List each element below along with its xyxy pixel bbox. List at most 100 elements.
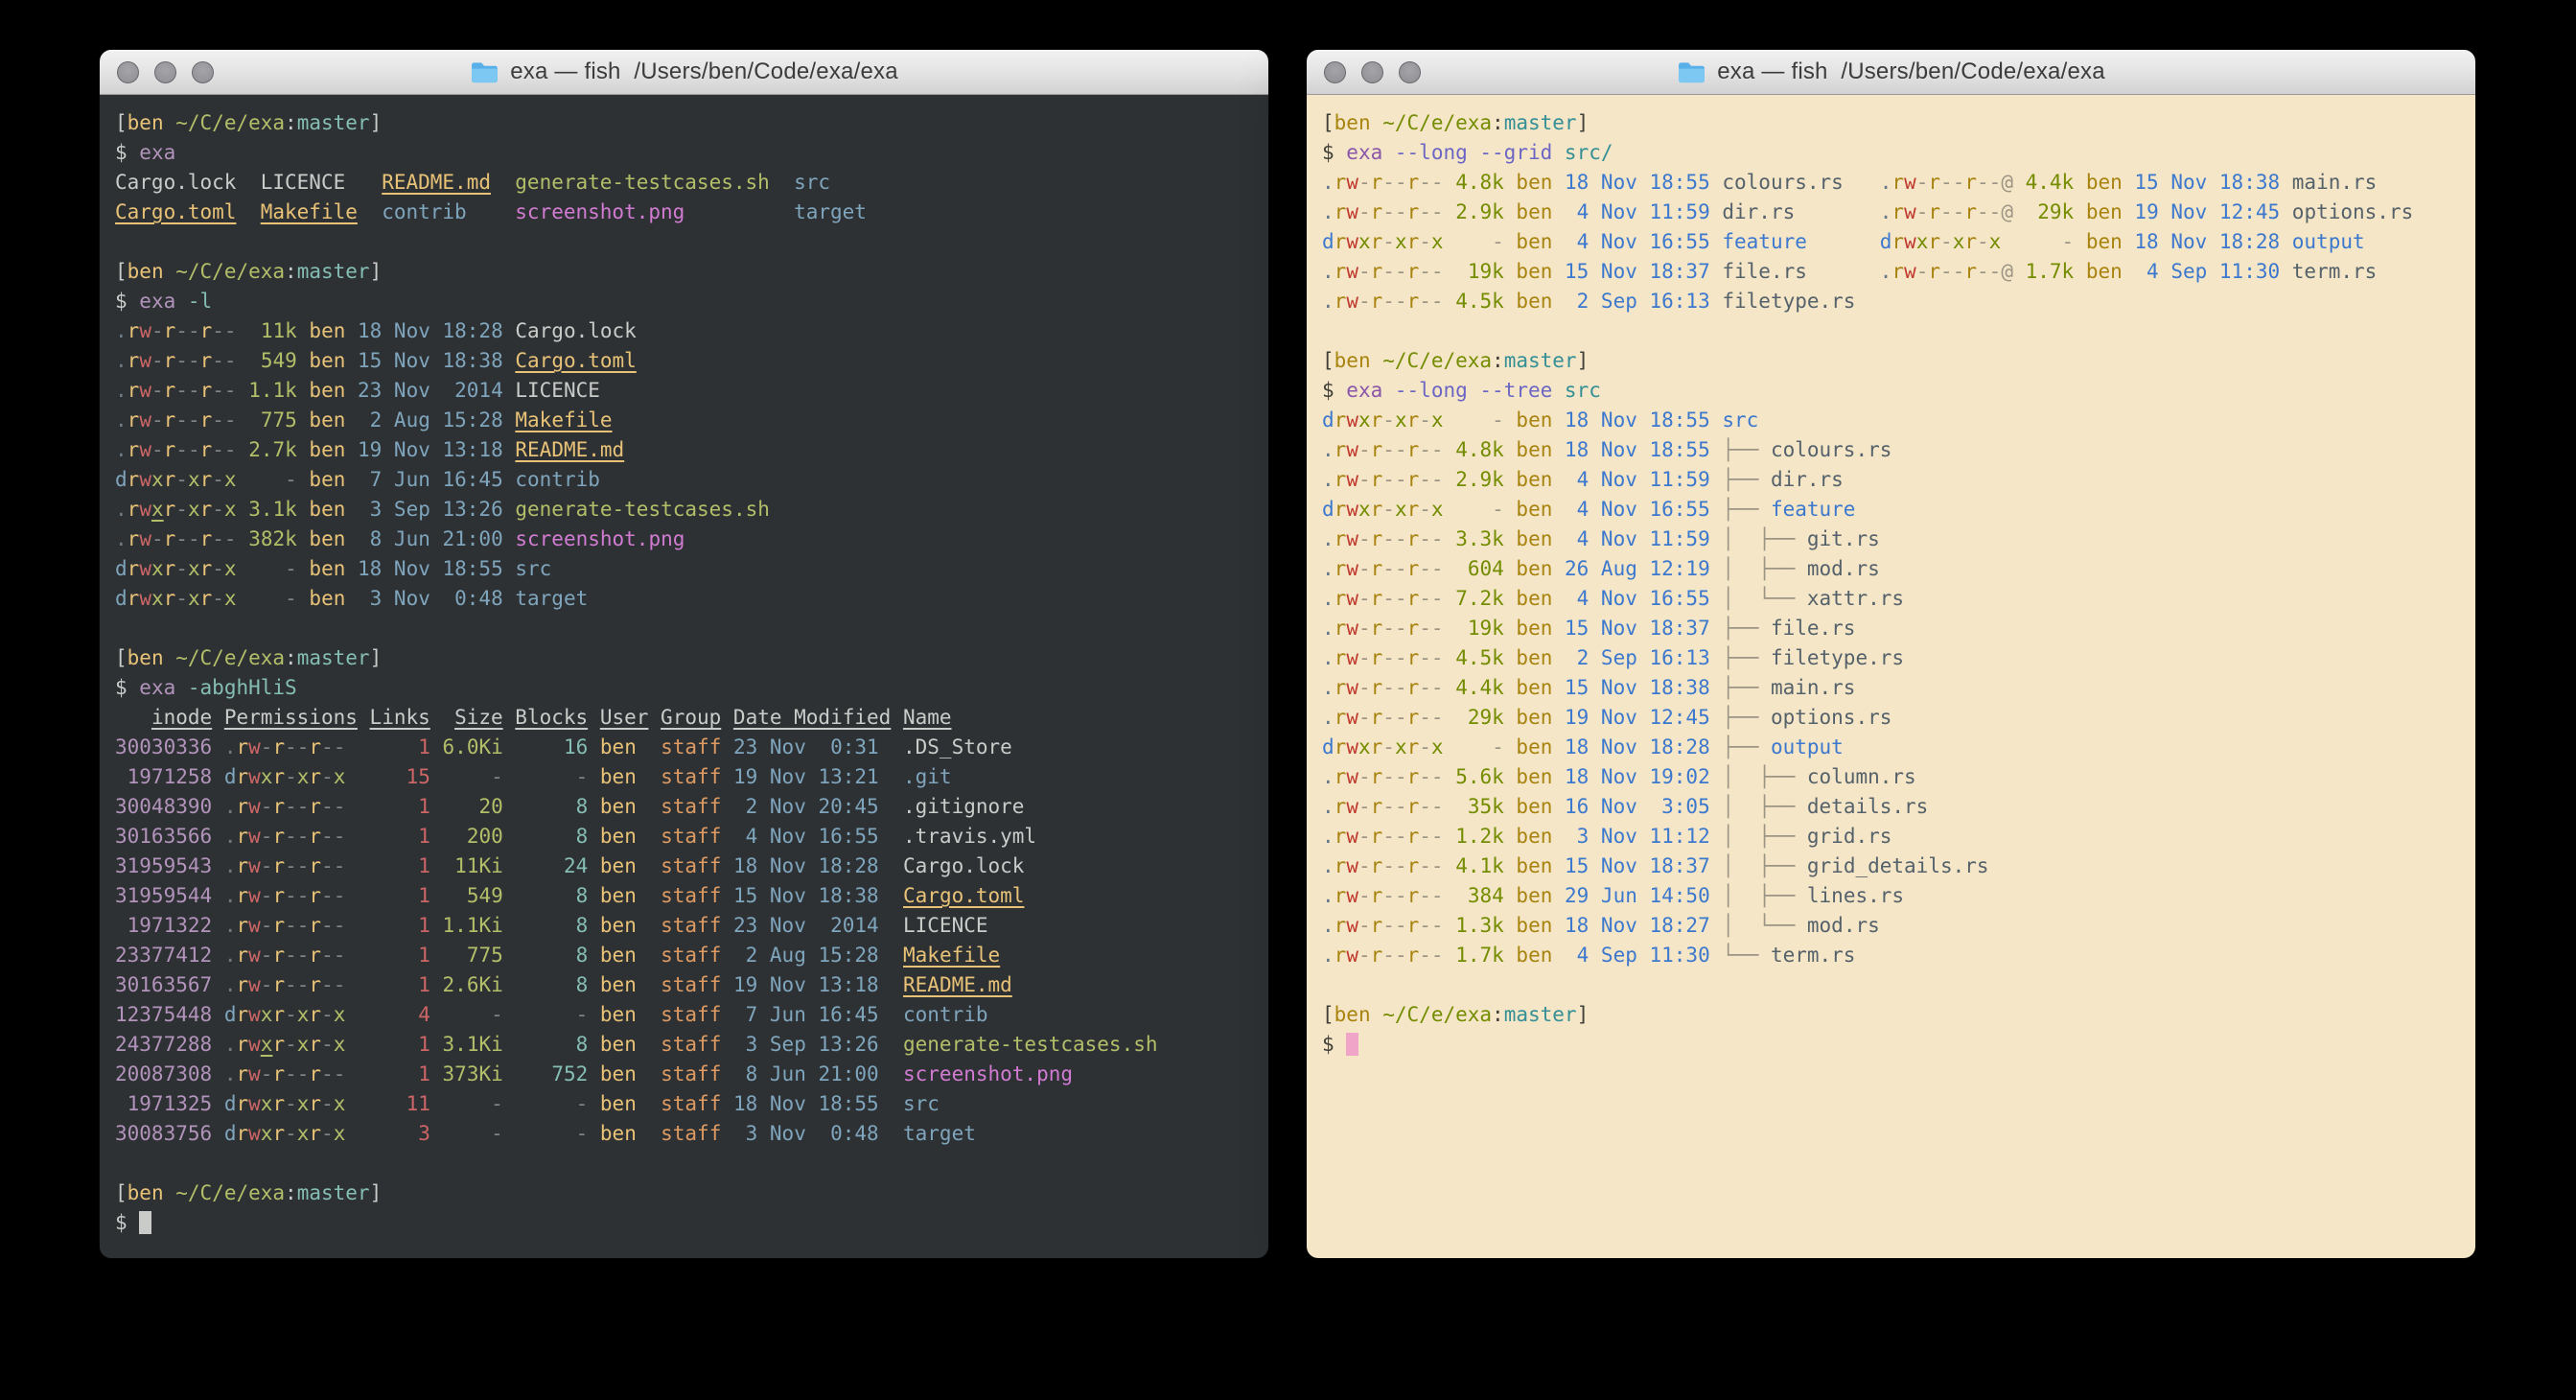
permission-char: w bbox=[248, 1122, 261, 1145]
text-segment: ] bbox=[370, 1181, 383, 1204]
permission-char: x bbox=[188, 498, 200, 521]
text-segment: 775 bbox=[237, 408, 297, 432]
permission-char: x bbox=[297, 1003, 310, 1026]
permission-char: - bbox=[1395, 438, 1407, 461]
text-segment: generate-testcases.sh bbox=[879, 1033, 1158, 1056]
text-segment: 4 Nov 11:59 bbox=[1552, 200, 1709, 223]
permission-char: - bbox=[151, 379, 164, 402]
permission-char: w bbox=[1904, 171, 1916, 194]
text-segment: ~/C/e/exa bbox=[175, 1181, 285, 1204]
terminal-line: [ben ~/C/e/exa:master] bbox=[115, 108, 1253, 138]
permission-char: - bbox=[212, 349, 224, 372]
permission-char: w bbox=[1346, 795, 1358, 818]
text-segment: src bbox=[503, 557, 552, 580]
permission-char: r bbox=[309, 825, 321, 848]
text-segment: ben bbox=[1504, 200, 1553, 223]
permission-char: x bbox=[224, 468, 237, 491]
permission-char: w bbox=[248, 1092, 261, 1115]
permission-char: - bbox=[1419, 706, 1431, 729]
permission-char: - bbox=[334, 1062, 346, 1085]
permission-char: - bbox=[321, 765, 334, 788]
text-segment: 15 Nov 18:38 bbox=[721, 884, 878, 907]
terminal-content[interactable]: [ben ~/C/e/exa:master]$ exa --long --gri… bbox=[1307, 95, 2475, 1258]
permission-char: - bbox=[1977, 230, 1989, 253]
permission-char: x bbox=[261, 1092, 273, 1115]
text-segment bbox=[1552, 379, 1565, 402]
text-segment: 4.8k bbox=[1444, 438, 1504, 461]
permission-char: - bbox=[188, 349, 200, 372]
close-button[interactable] bbox=[117, 61, 139, 83]
text-segment: ben bbox=[1504, 914, 1553, 937]
text-segment: 4 Nov 16:55 bbox=[1552, 498, 1709, 521]
minimize-button[interactable] bbox=[1361, 61, 1383, 83]
title-bar[interactable]: exa — fish /Users/ben/Code/exa/exa bbox=[100, 50, 1268, 95]
text-segment bbox=[1795, 200, 1880, 223]
text-segment: ├── bbox=[1710, 646, 1771, 669]
permission-char: - bbox=[212, 527, 224, 550]
minimize-button[interactable] bbox=[154, 61, 176, 83]
text-segment: ben bbox=[1504, 795, 1553, 818]
permission-char: r bbox=[1334, 765, 1347, 788]
terminal-content[interactable]: [ben ~/C/e/exa:master]$ exaCargo.lock LI… bbox=[100, 95, 1268, 1258]
permission-char: r bbox=[309, 1003, 321, 1026]
text-segment: 4.5k bbox=[1444, 290, 1504, 313]
permission-char: d bbox=[224, 1092, 237, 1115]
permission-char: r bbox=[1964, 260, 1977, 283]
text-segment bbox=[212, 944, 224, 967]
permission-char: r bbox=[272, 735, 285, 758]
close-button[interactable] bbox=[1324, 61, 1346, 83]
text-segment: 29 Jun 14:50 bbox=[1552, 884, 1709, 907]
terminal-line: $ bbox=[1322, 1030, 2460, 1060]
permission-char: w bbox=[139, 349, 151, 372]
permission-char: - bbox=[1940, 230, 1953, 253]
permission-char: w bbox=[1346, 171, 1358, 194]
text-segment: ben bbox=[297, 527, 346, 550]
text-segment: ] bbox=[1577, 111, 1590, 134]
text-segment: ben bbox=[1504, 557, 1553, 580]
text-segment bbox=[115, 706, 151, 729]
text-segment: README.md bbox=[382, 171, 491, 194]
text-segment: ben bbox=[1504, 735, 1553, 758]
permission-char: - bbox=[1358, 200, 1371, 223]
text-segment: 4 Nov 11:59 bbox=[1552, 527, 1709, 550]
zoom-button[interactable] bbox=[1399, 61, 1421, 83]
permission-char: r bbox=[1371, 290, 1383, 313]
text-segment: 5.6k bbox=[1444, 765, 1504, 788]
permission-char: - bbox=[334, 735, 346, 758]
text-segment: ~/C/e/exa bbox=[1382, 349, 1492, 372]
text-segment: filetype.rs bbox=[1710, 290, 1856, 313]
terminal-line: 30163566 .rw-r--r-- 1 200 8 ben staff 4 … bbox=[115, 822, 1253, 852]
permission-char: r bbox=[1928, 230, 1940, 253]
text-segment: 1 bbox=[345, 854, 430, 877]
permission-char: - bbox=[151, 438, 164, 461]
text-segment: 4 Nov 16:55 bbox=[1552, 230, 1709, 253]
text-segment: --long --grid bbox=[1395, 141, 1552, 164]
text-segment: exa bbox=[1346, 379, 1382, 402]
permission-char: - bbox=[1358, 260, 1371, 283]
terminal-line: .rw-r--r-- 1.1k ben 23 Nov 2014 LICENCE bbox=[115, 376, 1253, 406]
zoom-button[interactable] bbox=[192, 61, 214, 83]
permission-char: x bbox=[1395, 408, 1407, 432]
permission-char: r bbox=[128, 468, 140, 491]
permission-char: r bbox=[272, 795, 285, 818]
terminal-line: $ exa -abghHliS bbox=[115, 673, 1253, 703]
permission-char: - bbox=[151, 527, 164, 550]
terminal-line: [ben ~/C/e/exa:master] bbox=[115, 643, 1253, 673]
permission-char: r bbox=[1928, 171, 1940, 194]
permission-char: r bbox=[272, 884, 285, 907]
permission-char: - bbox=[261, 1062, 273, 1085]
permission-char: r bbox=[236, 825, 248, 848]
permission-char: - bbox=[224, 438, 237, 461]
text-segment: exa bbox=[139, 141, 175, 164]
permission-char: . bbox=[1880, 200, 1892, 223]
permission-char: - bbox=[151, 349, 164, 372]
permission-char: - bbox=[1358, 557, 1371, 580]
text-segment: staff bbox=[648, 765, 721, 788]
permission-char: r bbox=[200, 349, 213, 372]
text-segment: 23 Nov 2014 bbox=[721, 914, 878, 937]
permission-char: - bbox=[1395, 260, 1407, 283]
text-segment: 200 bbox=[430, 825, 503, 848]
permission-char: r bbox=[1407, 706, 1420, 729]
title-bar[interactable]: exa — fish /Users/ben/Code/exa/exa bbox=[1307, 50, 2475, 95]
text-segment: Makefile bbox=[903, 944, 1000, 967]
